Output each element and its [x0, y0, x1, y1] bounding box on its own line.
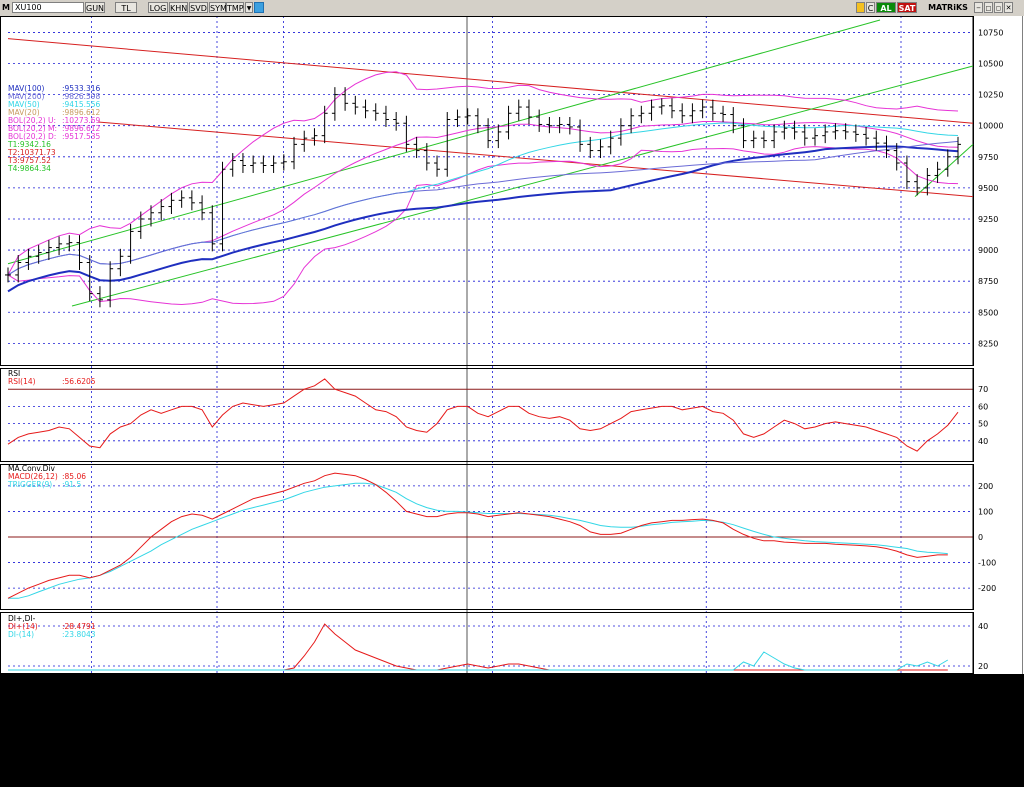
restore-icon[interactable]: □ — [984, 2, 993, 13]
tmp-button[interactable]: TMP — [226, 2, 244, 13]
price-tick-label: 10250 — [978, 91, 1003, 100]
trigger-legend-value: :91.5 — [62, 480, 81, 489]
macd-tick-label: -200 — [978, 584, 996, 593]
macd-tick-label: 0 — [978, 533, 983, 542]
sym-button[interactable]: SYM — [209, 2, 227, 13]
empty-area — [0, 674, 1024, 787]
legend-bol-lower-value: :9517.535 — [62, 132, 101, 141]
lock-icon[interactable] — [856, 2, 865, 13]
price-tick-label: 8750 — [978, 277, 998, 286]
gun-button[interactable]: GUN — [85, 2, 105, 13]
rsi-tick-label: 50 — [978, 420, 988, 429]
maximize-icon[interactable]: ▢ — [994, 2, 1003, 13]
dropdown-arrow-icon[interactable]: ▼ — [245, 2, 253, 13]
price-tick-label: 9500 — [978, 184, 998, 193]
toolbar: M XU100 GUN TL LOG KHN SVD SYM TMP ▼ C A… — [0, 0, 1024, 17]
rsi-tick-label: 70 — [978, 385, 988, 394]
trigger-legend-label: TRIGGER(9) — [7, 480, 52, 489]
tl-button[interactable]: TL — [115, 2, 137, 13]
khn-button[interactable]: KHN — [169, 2, 188, 13]
buy-button[interactable]: AL — [876, 2, 896, 13]
chart-area[interactable]: 10750 10500 10250 10000 9750 9500 9250 9000 8750… — [0, 16, 1024, 674]
minimize-icon[interactable]: ─ — [974, 2, 983, 13]
rsi-legend-value: :56.6205 — [62, 377, 96, 386]
menu-m-button[interactable]: M — [1, 2, 11, 13]
rsi-legend-label: RSI(14) — [8, 377, 36, 386]
rsi-tick-label: 60 — [978, 402, 988, 411]
di-minus-legend-value: :23.8043 — [62, 630, 96, 639]
price-tick-label: 9750 — [978, 153, 998, 162]
macd-tick-label: 100 — [978, 507, 993, 516]
c-button[interactable]: C — [866, 2, 875, 13]
svd-button[interactable]: SVD — [189, 2, 208, 13]
close-icon[interactable]: ✕ — [1004, 2, 1013, 13]
di-minus-legend-label: DI-(14) — [8, 630, 34, 639]
twitter-icon[interactable] — [254, 2, 264, 13]
price-tick-label: 9000 — [978, 246, 998, 255]
di-tick-label: 40 — [978, 622, 988, 631]
legend-t4: T4:9864.34 — [7, 164, 51, 173]
sell-button[interactable]: SAT — [897, 2, 917, 13]
macd-tick-label: 200 — [978, 482, 993, 491]
price-tick-label: 10500 — [978, 60, 1003, 69]
rsi-tick-label: 40 — [978, 437, 988, 446]
di-tick-label: 20 — [978, 662, 988, 671]
price-tick-label: 9250 — [978, 215, 998, 224]
price-tick-label: 10750 — [978, 28, 1003, 37]
matriks-logo: MATRiKS — [924, 2, 972, 13]
price-tick-label: 8250 — [978, 339, 998, 348]
chart-window: M XU100 GUN TL LOG KHN SVD SYM TMP ▼ C A… — [0, 0, 1024, 674]
price-tick-label: 8500 — [978, 308, 998, 317]
price-tick-label: 10000 — [978, 122, 1003, 131]
symbol-input[interactable]: XU100 — [12, 2, 84, 13]
macd-tick-label: -100 — [978, 559, 996, 568]
log-button[interactable]: LOG — [148, 2, 168, 13]
